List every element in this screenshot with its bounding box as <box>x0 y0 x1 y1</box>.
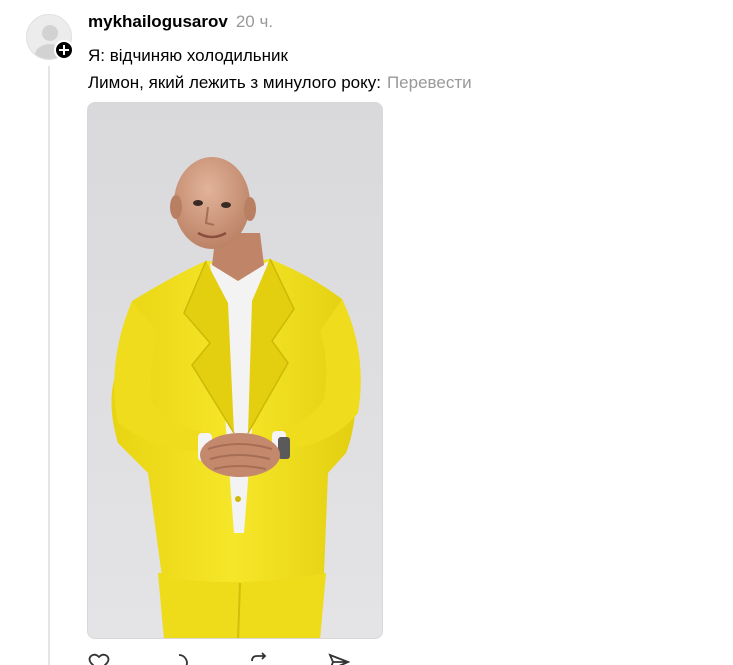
translate-link[interactable]: Перевести <box>387 73 472 92</box>
repost-icon[interactable] <box>248 652 270 665</box>
comment-icon[interactable] <box>168 652 190 665</box>
post-text: Я: відчиняю холодильник Лимон, який лежи… <box>88 42 708 96</box>
post-header: mykhailogusarov 20 ч. <box>88 12 273 34</box>
username-link[interactable]: mykhailogusarov <box>88 12 228 32</box>
yellow-suit-man-illustration <box>88 103 382 638</box>
post-actions <box>88 652 350 665</box>
post-text-line-content: Лимон, який лежить з минулого року: <box>88 73 381 92</box>
post-timestamp: 20 ч. <box>235 12 274 31</box>
thread-post: mykhailogusarov 20 ч. Я: відчиняю холоди… <box>0 0 733 665</box>
heart-icon[interactable] <box>88 652 110 665</box>
author-avatar[interactable] <box>26 14 74 60</box>
thread-line <box>48 66 50 665</box>
post-text-line: Лимон, який лежить з минулого року: Перев… <box>88 69 708 96</box>
follow-plus-icon[interactable] <box>54 40 74 60</box>
post-image[interactable] <box>87 102 383 639</box>
post-text-line: Я: відчиняю холодильник <box>88 46 288 65</box>
share-icon[interactable] <box>328 652 350 665</box>
